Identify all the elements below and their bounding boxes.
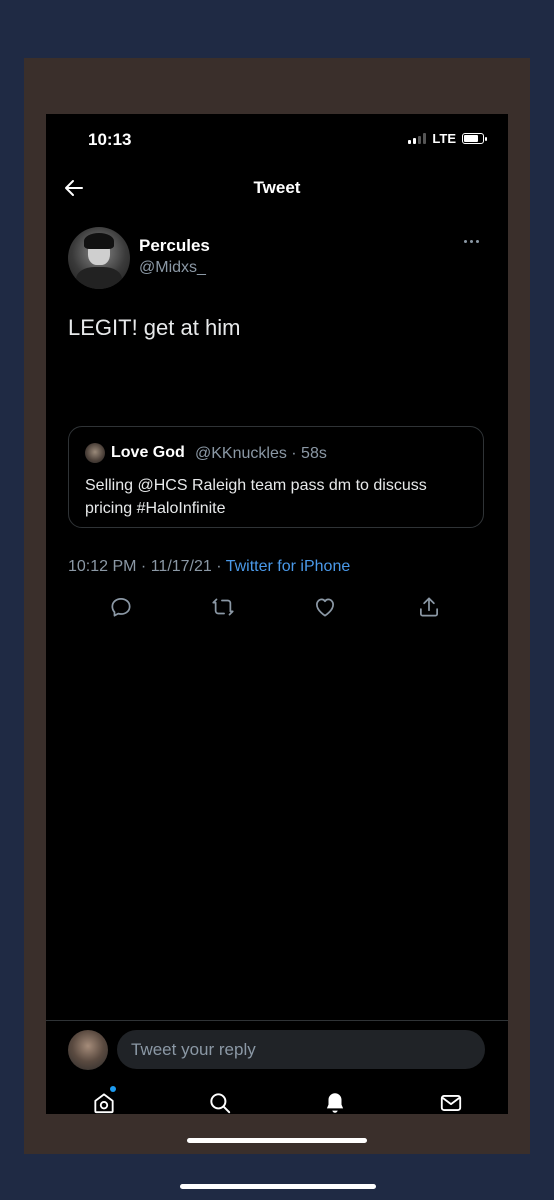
retweet-icon bbox=[212, 598, 234, 616]
more-dot-icon bbox=[470, 240, 473, 243]
page-title: Tweet bbox=[253, 178, 301, 197]
reply-icon bbox=[111, 598, 131, 617]
screenshot-frame: 10:13 LTE Tweet Percules @Midxs_ LEGIT! bbox=[24, 58, 530, 1154]
battery-icon bbox=[462, 133, 487, 144]
status-time: 10:13 bbox=[88, 130, 132, 149]
retweet-button[interactable] bbox=[210, 594, 236, 620]
avatar-body-shape bbox=[76, 267, 122, 289]
tab-notifications[interactable] bbox=[322, 1090, 348, 1114]
search-icon bbox=[210, 1093, 231, 1114]
like-icon bbox=[316, 598, 334, 617]
outer-home-indicator bbox=[187, 1138, 367, 1143]
share-button[interactable] bbox=[416, 594, 442, 620]
like-button[interactable] bbox=[312, 594, 338, 620]
source-link[interactable]: Twitter for iPhone bbox=[226, 558, 351, 575]
author-name[interactable]: Percules bbox=[139, 236, 210, 256]
author-avatar[interactable] bbox=[68, 227, 130, 289]
quoted-tweet[interactable]: Love God @KKnuckles · 58s Selling @HCS R… bbox=[68, 426, 484, 528]
signal-icon bbox=[408, 133, 427, 144]
tab-search[interactable] bbox=[207, 1090, 233, 1114]
tab-home[interactable] bbox=[91, 1090, 117, 1114]
home-icon bbox=[94, 1093, 114, 1114]
more-dot-icon bbox=[464, 240, 467, 243]
tweet-timestamp: 10:12 PM · 11/17/21 · Twitter for iPhone bbox=[68, 558, 350, 576]
device-home-indicator[interactable] bbox=[180, 1184, 376, 1189]
bottom-tab-bar bbox=[46, 1090, 508, 1114]
notifications-icon bbox=[326, 1093, 344, 1113]
user-avatar[interactable] bbox=[68, 1030, 108, 1070]
quoted-author-name: Love God bbox=[111, 444, 185, 461]
reply-divider bbox=[46, 1020, 508, 1021]
tweet-text: LEGIT! get at him bbox=[68, 315, 241, 340]
quoted-author-meta: @KKnuckles · 58s bbox=[195, 445, 327, 462]
tweet-actions bbox=[108, 594, 448, 622]
messages-icon bbox=[440, 1095, 462, 1111]
share-icon bbox=[420, 597, 438, 617]
status-indicators: LTE bbox=[408, 131, 487, 146]
author-handle[interactable]: @Midxs_ bbox=[139, 259, 206, 277]
avatar-hair-shape bbox=[84, 233, 114, 249]
home-notification-dot bbox=[110, 1086, 116, 1092]
reply-input[interactable] bbox=[117, 1030, 485, 1069]
more-dot-icon bbox=[476, 240, 479, 243]
timestamp-text: 10:12 PM · 11/17/21 · bbox=[68, 558, 226, 575]
tab-messages[interactable] bbox=[438, 1090, 464, 1114]
reply-button[interactable] bbox=[108, 594, 134, 620]
quoted-author-avatar bbox=[85, 443, 105, 463]
app-screen: 10:13 LTE Tweet Percules @Midxs_ LEGIT! bbox=[46, 114, 508, 1114]
network-label: LTE bbox=[432, 131, 456, 146]
more-options-button[interactable] bbox=[464, 240, 484, 246]
quoted-tweet-text: Selling @HCS Raleigh team pass dm to dis… bbox=[85, 477, 427, 517]
